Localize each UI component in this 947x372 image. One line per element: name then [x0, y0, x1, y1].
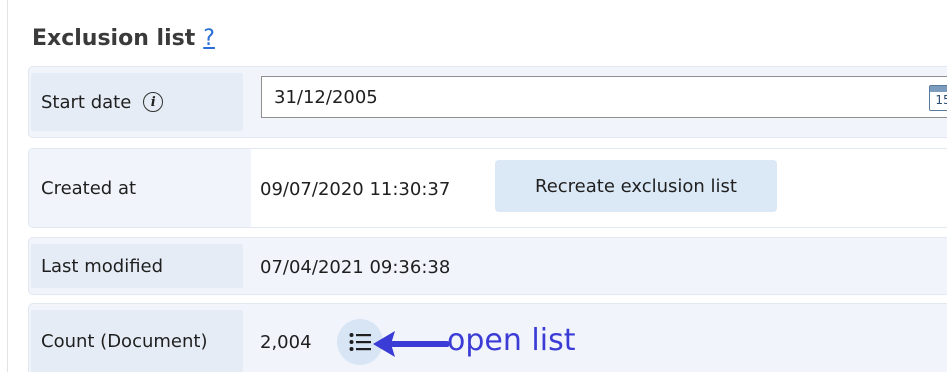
left-divider	[7, 0, 8, 372]
start-date-input[interactable]: 31/12/2005	[261, 76, 947, 118]
created-at-row: Created at 09/07/2020 11:30:37 Recreate …	[28, 148, 947, 228]
start-date-label: Start date	[41, 91, 132, 113]
calendar-icon-header	[930, 86, 947, 92]
start-date-value: 31/12/2005	[274, 86, 378, 108]
last-modified-row: Last modified 07/04/2021 09:36:38	[28, 237, 947, 295]
list-icon	[349, 333, 371, 351]
annotation-open-list: open list	[447, 322, 576, 358]
count-value: 2,004	[260, 331, 312, 353]
calendar-icon[interactable]: 15	[929, 85, 947, 111]
exclusion-list-panel: Exclusion list ? Start date i 31/12/2005…	[0, 0, 947, 372]
calendar-icon-day: 15	[935, 93, 947, 107]
created-at-label: Created at	[41, 177, 137, 199]
start-date-row: Start date i 31/12/2005 15	[28, 66, 947, 138]
help-link[interactable]: ?	[203, 26, 215, 51]
section-title: Exclusion list ?	[32, 20, 215, 56]
info-icon[interactable]: i	[143, 92, 164, 112]
last-modified-label: Last modified	[41, 255, 164, 277]
count-label-cell: Count (Document)	[31, 310, 243, 372]
count-label: Count (Document)	[41, 330, 208, 352]
section-title-text: Exclusion list	[32, 25, 196, 51]
last-modified-value: 07/04/2021 09:36:38	[260, 256, 451, 278]
start-date-label-cell: Start date i	[31, 73, 243, 131]
created-at-label-cell: Created at	[31, 155, 243, 221]
annotation-arrow-icon	[373, 331, 449, 357]
recreate-exclusion-list-button[interactable]: Recreate exclusion list	[495, 160, 777, 212]
count-row: Count (Document) 2,004 open list	[28, 303, 947, 372]
last-modified-label-cell: Last modified	[31, 244, 243, 288]
created-at-value: 09/07/2020 11:30:37	[260, 178, 451, 200]
